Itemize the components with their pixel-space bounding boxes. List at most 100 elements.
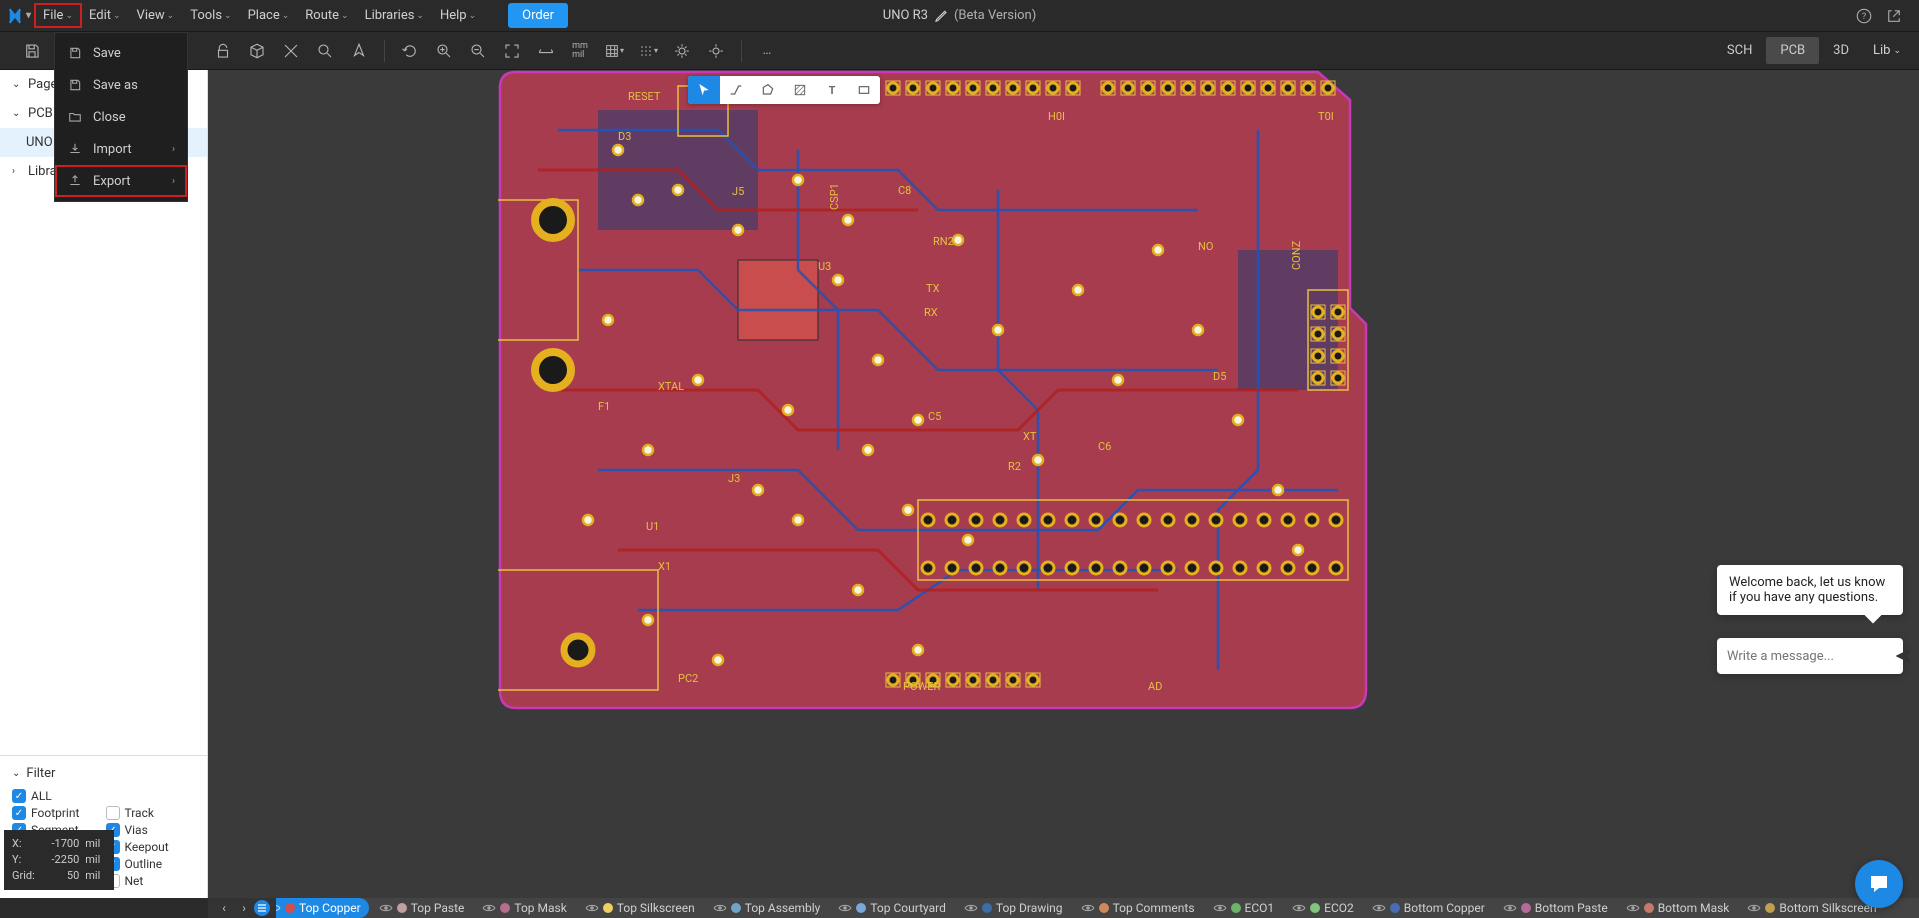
layer-top-paste[interactable]: Top Paste xyxy=(371,898,473,918)
filter-vias[interactable]: ✓Vias xyxy=(106,823,196,837)
ruler-icon[interactable] xyxy=(536,41,556,61)
tool-route-icon[interactable] xyxy=(720,76,752,104)
eye-icon xyxy=(964,901,978,915)
tool-rect-icon[interactable] xyxy=(848,76,880,104)
eye-icon xyxy=(1626,901,1640,915)
filter-all[interactable]: ✓ALL xyxy=(12,789,102,803)
menu-file[interactable]: File⌄ xyxy=(35,4,81,27)
grid-dots-icon[interactable]: ▾ xyxy=(638,41,658,61)
svg-text:NO: NO xyxy=(1198,240,1213,253)
menu-item-close[interactable]: Close xyxy=(55,101,187,133)
chat-fab-icon[interactable] xyxy=(1855,860,1903,908)
zoom-in-icon[interactable] xyxy=(434,41,454,61)
chevron-down-icon: ▾ xyxy=(26,10,31,21)
checkbox-icon: ✓ xyxy=(12,789,26,803)
menu-item-import[interactable]: Import› xyxy=(55,133,187,165)
menu-view[interactable]: View⌄ xyxy=(129,4,183,27)
pencil-icon[interactable] xyxy=(934,9,948,23)
layer-top-assembly[interactable]: Top Assembly xyxy=(705,898,829,918)
filter-outline[interactable]: ✓Outline xyxy=(106,857,196,871)
layer-top-drawing[interactable]: Top Drawing xyxy=(956,898,1071,918)
nav-menu-icon[interactable] xyxy=(254,900,270,916)
view-tab-pcb[interactable]: PCB xyxy=(1766,37,1819,64)
version-label: (Beta Version) xyxy=(954,8,1036,23)
layer-eco1[interactable]: ECO1 xyxy=(1205,898,1283,918)
layer-bottom-paste[interactable]: Bottom Paste xyxy=(1495,898,1616,918)
sun-icon[interactable] xyxy=(672,41,692,61)
layer-top-silkscreen[interactable]: Top Silkscreen xyxy=(577,898,703,918)
menu-item-save-as[interactable]: Save as xyxy=(55,69,187,101)
filter-header[interactable]: ⌄Filter xyxy=(12,766,195,781)
svg-text:POWER: POWER xyxy=(903,680,941,693)
eye-icon xyxy=(379,901,393,915)
pcb-board: RESET D3 XTAL H0I T0I POWER AD X1 F1 C5 … xyxy=(498,70,1368,710)
tool-text-icon[interactable]: T xyxy=(816,76,848,104)
send-icon[interactable] xyxy=(1893,642,1913,670)
navigate-icon[interactable] xyxy=(349,41,369,61)
external-link-icon[interactable] xyxy=(1885,7,1903,25)
eye-icon xyxy=(482,901,496,915)
lock-icon[interactable] xyxy=(213,41,233,61)
filter-footprint[interactable]: ✓Footprint xyxy=(12,806,102,820)
svg-text:RN2: RN2 xyxy=(933,235,954,248)
svg-text:D5: D5 xyxy=(1213,370,1226,383)
menu-libraries[interactable]: Libraries⌄ xyxy=(357,4,432,27)
help-icon[interactable]: ? xyxy=(1855,7,1873,25)
layer-top-mask[interactable]: Top Mask xyxy=(474,898,574,918)
view-tab-3d[interactable]: 3D xyxy=(1819,37,1863,64)
order-button[interactable]: Order xyxy=(508,3,568,28)
more-icon[interactable]: … xyxy=(757,41,777,61)
view-tab-lib[interactable]: Lib⌄ xyxy=(1863,37,1911,64)
search-icon[interactable] xyxy=(315,41,335,61)
layer-eco2[interactable]: ECO2 xyxy=(1284,898,1362,918)
svg-text:C6: C6 xyxy=(1098,440,1111,453)
menu-edit[interactable]: Edit⌄ xyxy=(81,4,129,27)
menu-place[interactable]: Place⌄ xyxy=(240,4,298,27)
zoom-out-icon[interactable] xyxy=(468,41,488,61)
fullscreen-icon[interactable] xyxy=(502,41,522,61)
filter-keepout[interactable]: ✓Keepout xyxy=(106,840,196,854)
tool-cursor-icon[interactable] xyxy=(688,76,720,104)
menu-item-save[interactable]: Save xyxy=(55,37,187,69)
layer-top-comments[interactable]: Top Comments xyxy=(1073,898,1203,918)
tool-polygon-icon[interactable] xyxy=(752,76,784,104)
refresh-icon[interactable] xyxy=(400,41,420,61)
layer-bottom-mask[interactable]: Bottom Mask xyxy=(1618,898,1738,918)
logo-icon xyxy=(6,7,24,25)
bottom-nav: ‹ › xyxy=(208,898,276,918)
svg-text:RESET: RESET xyxy=(628,90,661,103)
units-icon[interactable]: mmmil xyxy=(570,41,590,61)
cube-icon[interactable] xyxy=(247,41,267,61)
eye-icon xyxy=(585,901,599,915)
chat-text-input[interactable] xyxy=(1727,649,1893,664)
pcb-canvas[interactable]: RESET D3 XTAL H0I T0I POWER AD X1 F1 C5 … xyxy=(208,70,1919,898)
nav-next-icon[interactable]: › xyxy=(234,898,254,918)
layer-bottom-copper[interactable]: Bottom Copper xyxy=(1364,898,1493,918)
view-tab-sch[interactable]: SCH xyxy=(1713,37,1766,64)
menu-help[interactable]: Help⌄ xyxy=(432,4,484,27)
brightness-icon[interactable] xyxy=(706,41,726,61)
filter-net[interactable]: Net xyxy=(106,874,196,888)
filter-track[interactable]: Track xyxy=(106,806,196,820)
svg-text:J3: J3 xyxy=(728,472,740,485)
eye-icon xyxy=(1503,901,1517,915)
coordinates-readout: X:-1700mil Y:-2250mil Grid:50mil xyxy=(4,830,114,890)
drawing-tool-palette: T xyxy=(688,76,880,104)
layer-top-courtyard[interactable]: Top Courtyard xyxy=(830,898,954,918)
grid-style-icon[interactable]: ▾ xyxy=(604,41,624,61)
app-logo[interactable]: ▾ xyxy=(6,7,31,25)
chat-greeting: Welcome back, let us know if you have an… xyxy=(1717,565,1903,615)
tool-hatch-icon[interactable] xyxy=(784,76,816,104)
eye-icon xyxy=(838,901,852,915)
menu-route[interactable]: Route⌄ xyxy=(297,4,356,27)
crosshair-icon[interactable] xyxy=(281,41,301,61)
menu-item-export[interactable]: Export› xyxy=(55,165,187,197)
title-text: UNO R3 xyxy=(883,8,928,23)
close-folder-icon xyxy=(67,109,83,125)
menu-tools[interactable]: Tools⌄ xyxy=(182,4,239,27)
eye-icon xyxy=(1747,901,1761,915)
export-icon xyxy=(67,173,83,189)
svg-text:RX: RX xyxy=(924,306,938,319)
nav-prev-icon[interactable]: ‹ xyxy=(214,898,234,918)
save-icon[interactable] xyxy=(22,41,42,61)
